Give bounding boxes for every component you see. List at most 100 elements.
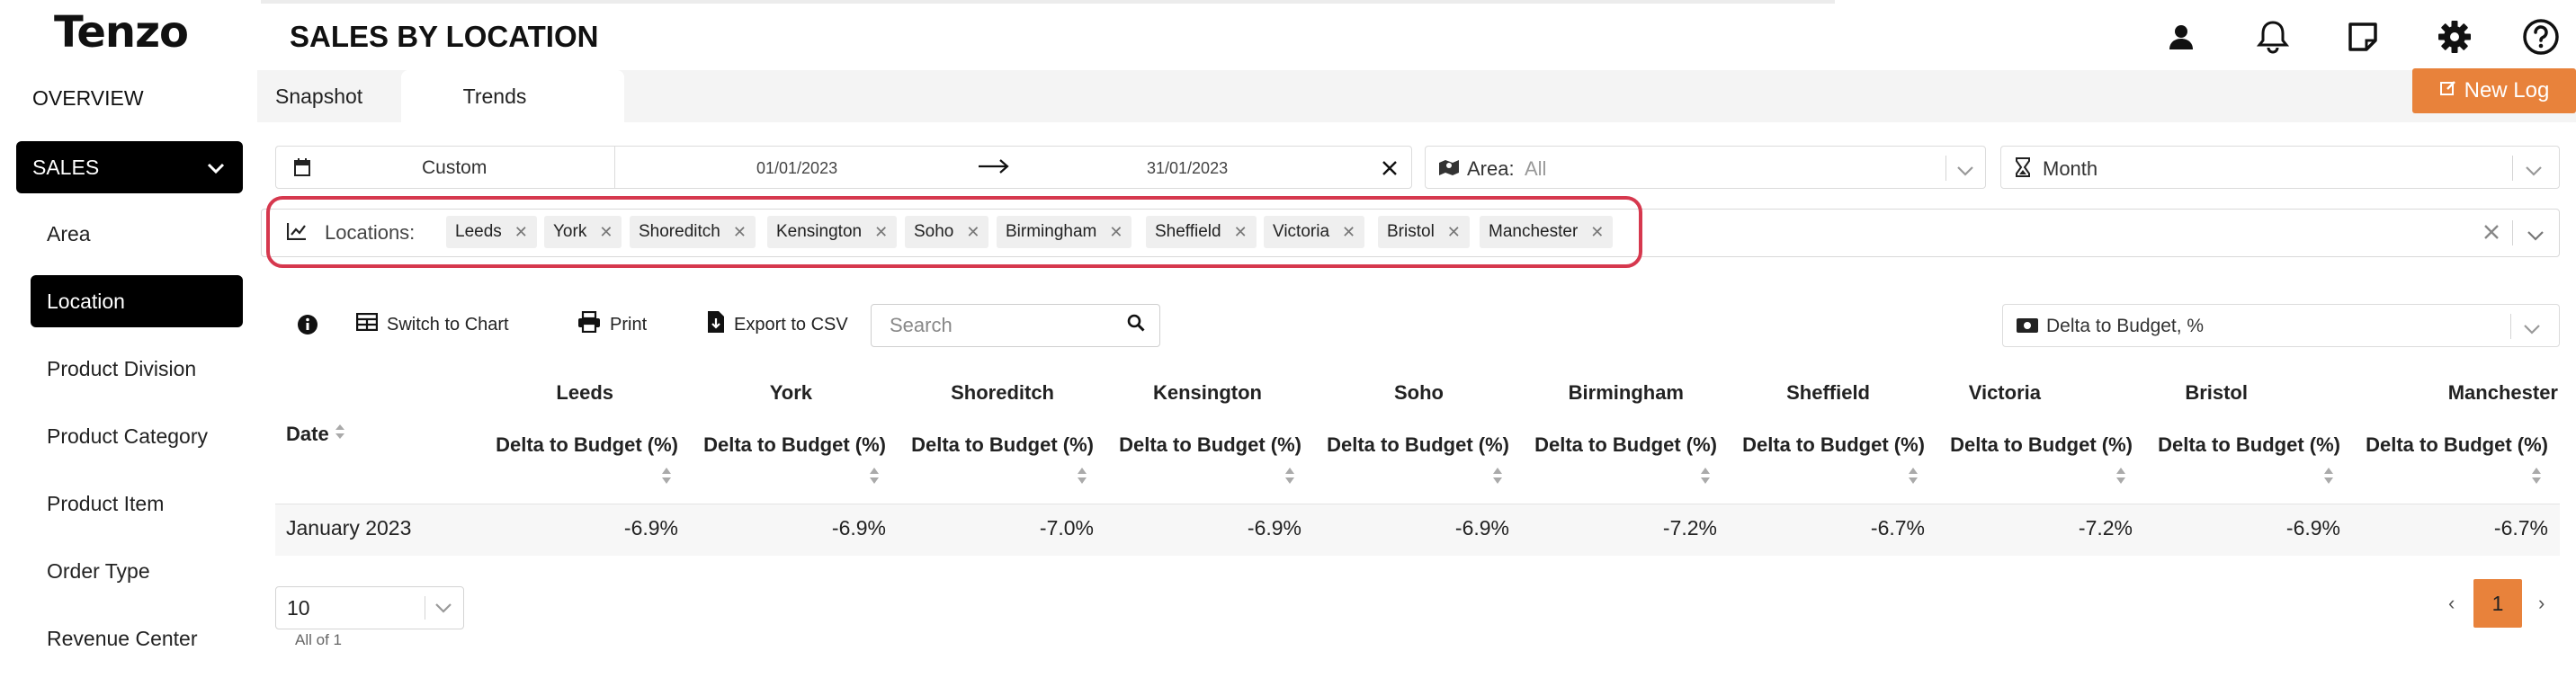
column-header-metric[interactable]: Delta to Budget (%) bbox=[1519, 433, 1717, 457]
print-label: Print bbox=[610, 314, 648, 335]
chevron-down-icon bbox=[207, 156, 225, 180]
sort-icon[interactable] bbox=[1491, 466, 1504, 486]
column-header-metric[interactable]: Delta to Budget (%) bbox=[1935, 433, 2133, 457]
date-header-label: Date bbox=[286, 423, 329, 445]
date-preset[interactable]: Custom bbox=[422, 157, 487, 179]
hourglass-icon bbox=[2016, 157, 2030, 183]
bell-icon[interactable] bbox=[2252, 16, 2294, 58]
sort-icon[interactable] bbox=[335, 423, 345, 446]
search-icon[interactable] bbox=[1127, 314, 1145, 337]
info-icon[interactable] bbox=[297, 309, 318, 340]
table-cell: -7.2% bbox=[2078, 516, 2133, 540]
print-button[interactable]: Print bbox=[577, 309, 647, 340]
table-cell: -6.7% bbox=[2493, 516, 2548, 540]
sort-icon[interactable] bbox=[1907, 466, 1919, 486]
chevron-down-icon bbox=[2525, 161, 2543, 183]
table-icon bbox=[355, 312, 379, 336]
chevron-down-icon[interactable] bbox=[2527, 226, 2545, 247]
highlight-outline bbox=[266, 196, 1642, 268]
clear-all-icon[interactable] bbox=[2483, 224, 2500, 245]
new-log-button[interactable]: New Log bbox=[2412, 68, 2576, 113]
user-icon[interactable] bbox=[2160, 16, 2202, 58]
metric-select[interactable]: Delta to Budget, % bbox=[2002, 304, 2560, 347]
column-header-metric[interactable]: Delta to Budget (%) bbox=[2142, 433, 2340, 457]
export-label: Export to CSV bbox=[734, 314, 848, 335]
divider bbox=[2510, 314, 2511, 339]
date-start[interactable]: 01/01/2023 bbox=[756, 159, 837, 178]
sidebar-item-area[interactable]: Area bbox=[31, 208, 243, 260]
print-icon bbox=[577, 310, 601, 338]
period-value: Month bbox=[2043, 157, 2098, 180]
date-end[interactable]: 31/01/2023 bbox=[1147, 159, 1228, 178]
table-cell: -6.9% bbox=[831, 516, 886, 540]
page-size-value: 10 bbox=[287, 595, 310, 620]
divider bbox=[2512, 156, 2513, 181]
tab-snapshot[interactable]: Snapshot bbox=[275, 70, 362, 122]
sidebar-overview[interactable]: OVERVIEW bbox=[32, 86, 144, 111]
table-cell: -7.0% bbox=[1039, 516, 1094, 540]
area-select[interactable]: Area: All bbox=[1425, 146, 1986, 189]
map-icon bbox=[1438, 158, 1460, 182]
sort-icon[interactable] bbox=[2322, 466, 2335, 486]
sort-icon[interactable] bbox=[1699, 466, 1712, 486]
prev-page-button[interactable]: ‹ bbox=[2448, 592, 2455, 615]
switch-label: Switch to Chart bbox=[387, 314, 509, 335]
row-date: January 2023 bbox=[286, 516, 412, 540]
help-icon[interactable] bbox=[2520, 16, 2562, 58]
column-header-metric[interactable]: Delta to Budget (%) bbox=[1311, 433, 1509, 457]
date-range-picker[interactable]: Custom 01/01/2023 31/01/2023 bbox=[275, 146, 1412, 189]
search-input[interactable]: Search bbox=[890, 314, 953, 337]
sort-icon[interactable] bbox=[868, 466, 881, 486]
table-cell: -6.9% bbox=[2285, 516, 2340, 540]
table-cell: -6.9% bbox=[1454, 516, 1509, 540]
sort-icon[interactable] bbox=[2530, 466, 2543, 486]
export-csv-button[interactable]: Export to CSV bbox=[707, 309, 848, 340]
sort-icon[interactable] bbox=[660, 466, 673, 486]
sidebar-item-location[interactable]: Location bbox=[31, 275, 243, 327]
period-select[interactable]: Month bbox=[2000, 146, 2560, 189]
column-header-metric[interactable]: Delta to Budget (%) bbox=[1104, 433, 1301, 457]
tab-trends[interactable]: Trends bbox=[401, 70, 624, 122]
sidebar-item-order-type[interactable]: Order Type bbox=[31, 545, 243, 597]
metric-value: Delta to Budget, % bbox=[2046, 316, 2205, 336]
sort-icon[interactable] bbox=[2115, 466, 2127, 486]
sort-icon[interactable] bbox=[1284, 466, 1296, 486]
next-page-button[interactable]: › bbox=[2538, 592, 2545, 615]
sidebar-item-product-item[interactable]: Product Item bbox=[31, 477, 243, 530]
column-header-metric[interactable]: Delta to Budget (%) bbox=[480, 433, 678, 457]
gear-icon[interactable] bbox=[2434, 16, 2475, 58]
table-cell: -6.7% bbox=[1870, 516, 1925, 540]
note-icon[interactable] bbox=[2342, 16, 2384, 58]
divider bbox=[2512, 220, 2513, 245]
column-header-metric[interactable]: Delta to Budget (%) bbox=[2350, 433, 2548, 457]
search-box[interactable]: Search bbox=[871, 304, 1160, 347]
column-header-location: Shoreditch bbox=[951, 381, 1054, 404]
column-header-location: Birmingham bbox=[1568, 381, 1684, 404]
file-download-icon bbox=[707, 310, 725, 339]
sidebar-section-sales[interactable]: SALES bbox=[16, 141, 243, 193]
area-value: All bbox=[1525, 157, 1547, 180]
top-header: Tenzo SALES BY LOCATION bbox=[0, 0, 2576, 70]
sort-icon[interactable] bbox=[1076, 466, 1088, 486]
sidebar-item-product-category[interactable]: Product Category bbox=[31, 410, 243, 462]
table-cell: -6.9% bbox=[1247, 516, 1301, 540]
arrow-right-icon bbox=[978, 157, 1010, 181]
chevron-down-icon bbox=[2523, 319, 2541, 341]
page-size-select[interactable]: 10 bbox=[275, 586, 464, 629]
page-1-button[interactable]: 1 bbox=[2473, 579, 2522, 628]
sidebar-item-revenue-center[interactable]: Revenue Center bbox=[31, 612, 243, 665]
table-cell: -7.2% bbox=[1662, 516, 1717, 540]
logo[interactable]: Tenzo bbox=[54, 7, 189, 58]
column-header-metric[interactable]: Delta to Budget (%) bbox=[688, 433, 886, 457]
column-header-location: Sheffield bbox=[1786, 381, 1870, 404]
column-header-metric[interactable]: Delta to Budget (%) bbox=[896, 433, 1094, 457]
chevron-down-icon bbox=[425, 596, 452, 620]
clear-date-icon[interactable] bbox=[1381, 159, 1399, 183]
sidebar-item-product-division[interactable]: Product Division bbox=[31, 343, 243, 395]
column-header-location: Victoria bbox=[1968, 381, 2041, 404]
column-header-location: Kensington bbox=[1153, 381, 1262, 404]
column-header-metric[interactable]: Delta to Budget (%) bbox=[1727, 433, 1925, 457]
column-header-date[interactable]: Date bbox=[286, 423, 345, 446]
column-header-location: York bbox=[769, 381, 812, 404]
switch-to-chart-button[interactable]: Switch to Chart bbox=[355, 309, 509, 340]
